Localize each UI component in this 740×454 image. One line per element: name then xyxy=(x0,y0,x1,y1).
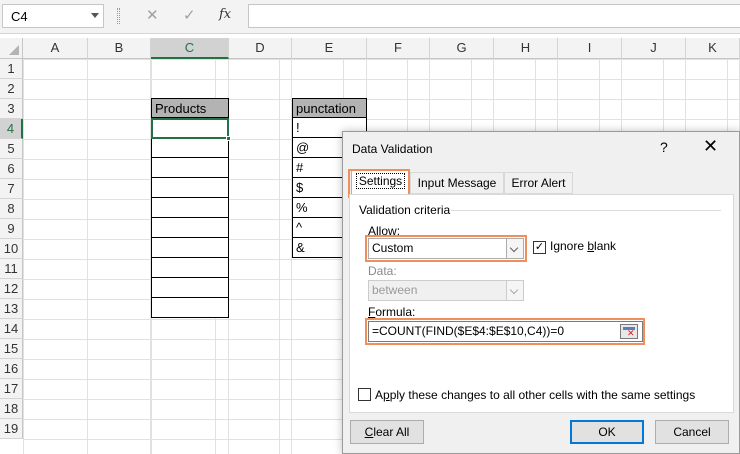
name-box-value: C4 xyxy=(11,9,28,24)
formula-bar: C4 ✕ ✓ fx xyxy=(0,0,740,34)
ignore-blank-checkbox[interactable]: ✓ xyxy=(533,241,546,254)
formula-bar-separator xyxy=(117,8,120,24)
tab-input-message-label: Input Message xyxy=(417,176,497,190)
column-header-i[interactable]: I xyxy=(558,38,622,59)
product-cell[interactable] xyxy=(151,138,229,158)
row-header-7[interactable]: 7 xyxy=(0,179,23,199)
row-header-14[interactable]: 14 xyxy=(0,319,23,339)
tab-error-alert-label: Error Alert xyxy=(511,176,566,190)
apply-to-all-checkbox[interactable] xyxy=(358,388,371,401)
column-header-g[interactable]: G xyxy=(430,38,494,59)
row-header-17[interactable]: 17 xyxy=(0,379,23,399)
tab-error-alert[interactable]: Error Alert xyxy=(504,172,573,194)
column-header-b[interactable]: B xyxy=(88,38,151,59)
row-header-6[interactable]: 6 xyxy=(0,159,23,179)
formula-input[interactable] xyxy=(248,4,740,28)
data-validation-dialog: Data Validation ? ✕ Settings Input Messa… xyxy=(342,131,740,454)
tab-input-message[interactable]: Input Message xyxy=(410,172,504,194)
validation-criteria-label: Validation criteria xyxy=(359,203,455,217)
active-cell-outline[interactable] xyxy=(151,118,229,139)
product-cell[interactable] xyxy=(151,178,229,198)
row-header-16[interactable]: 16 xyxy=(0,359,23,379)
fill-handle[interactable] xyxy=(226,136,231,141)
cancel-button[interactable]: Cancel xyxy=(655,420,729,444)
products-header-cell[interactable]: Products xyxy=(151,98,229,118)
formula-label: Formula: xyxy=(368,305,416,319)
row-header-9[interactable]: 9 xyxy=(0,219,23,239)
row-header-11[interactable]: 11 xyxy=(0,259,23,279)
column-header-e[interactable]: E xyxy=(292,38,367,59)
close-icon[interactable]: ✕ xyxy=(703,136,718,157)
gridline xyxy=(87,59,88,454)
product-cell[interactable] xyxy=(151,238,229,258)
row-header-15[interactable]: 15 xyxy=(0,339,23,359)
row-header-8[interactable]: 8 xyxy=(0,199,23,219)
row-header-13[interactable]: 13 xyxy=(0,299,23,319)
apply-to-all-label: Apply these changes to all other cells w… xyxy=(375,388,696,402)
data-select: between xyxy=(368,280,524,301)
row-header-2[interactable]: 2 xyxy=(0,79,23,99)
dialog-title: Data Validation xyxy=(352,142,433,156)
row-header-5[interactable]: 5 xyxy=(0,139,23,159)
product-cell[interactable] xyxy=(151,158,229,178)
column-header-f[interactable]: F xyxy=(367,38,430,59)
enter-icon[interactable]: ✓ xyxy=(183,6,196,24)
column-header-j[interactable]: J xyxy=(622,38,686,59)
product-cell[interactable] xyxy=(151,258,229,278)
column-header-k[interactable]: K xyxy=(686,38,740,59)
name-box[interactable]: C4 xyxy=(2,4,104,28)
clear-all-button[interactable]: Clear All xyxy=(350,420,424,444)
row-header-19[interactable]: 19 xyxy=(0,419,23,439)
row-header-12[interactable]: 12 xyxy=(0,279,23,299)
ignore-blank-label: Ignore blank xyxy=(550,239,617,253)
column-header-a[interactable]: A xyxy=(23,38,88,59)
product-cell[interactable] xyxy=(151,278,229,298)
row-header-3[interactable]: 3 xyxy=(0,99,23,119)
allow-highlight xyxy=(365,235,527,262)
row-header-10[interactable]: 10 xyxy=(0,239,23,259)
select-all-corner[interactable] xyxy=(0,38,23,59)
row-header-18[interactable]: 18 xyxy=(0,399,23,419)
settings-pane xyxy=(349,194,734,413)
column-header-c[interactable]: C xyxy=(151,38,229,59)
product-cell[interactable] xyxy=(151,198,229,218)
product-cell[interactable] xyxy=(151,218,229,238)
group-divider xyxy=(451,210,721,211)
chevron-down-icon[interactable] xyxy=(91,13,99,18)
column-header-h[interactable]: H xyxy=(494,38,558,59)
chevron-down-icon xyxy=(506,281,523,300)
row-header-4[interactable]: 4 xyxy=(0,119,23,139)
row-header-1[interactable]: 1 xyxy=(0,59,23,79)
help-icon[interactable]: ? xyxy=(660,139,668,155)
ok-button[interactable]: OK xyxy=(570,420,644,444)
insert-function-icon[interactable]: fx xyxy=(219,7,231,22)
formula-highlight xyxy=(365,318,645,345)
data-select-value: between xyxy=(372,283,418,297)
punctuation-header-cell[interactable]: punctation xyxy=(292,98,367,118)
data-label: Data: xyxy=(368,264,397,278)
cancel-icon[interactable]: ✕ xyxy=(146,6,159,24)
product-cell[interactable] xyxy=(151,298,229,318)
column-header-d[interactable]: D xyxy=(229,38,292,59)
